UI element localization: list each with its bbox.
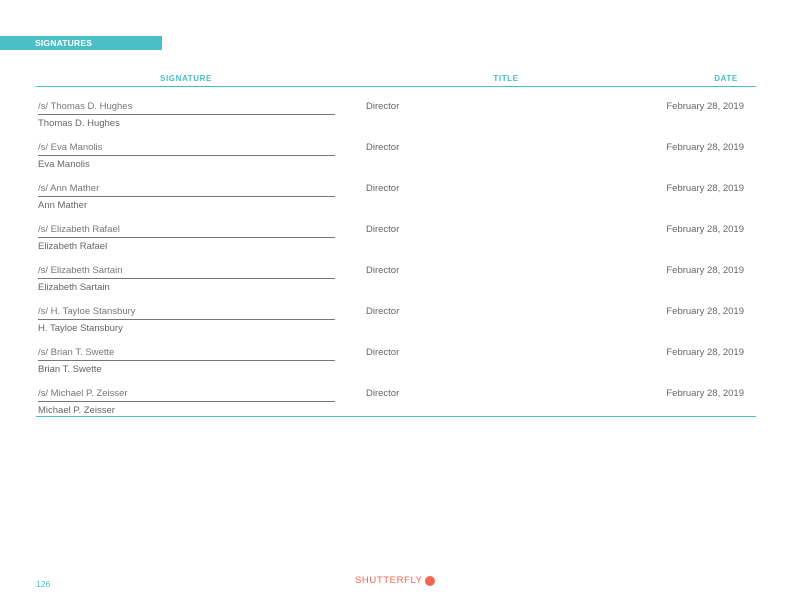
signature-line: /s/ Michael P. Zeisser (38, 388, 335, 402)
date-cell: February 28, 2019 (666, 142, 744, 153)
header-title: TITLE (493, 74, 519, 83)
date-cell: February 28, 2019 (666, 183, 744, 194)
date-cell: February 28, 2019 (666, 347, 744, 358)
signature-line: /s/ Thomas D. Hughes (38, 101, 335, 115)
title-cell: Director (366, 347, 400, 358)
printed-name: Brian T. Swette (38, 364, 102, 375)
printed-name: Eva Manolis (38, 159, 90, 170)
title-cell: Director (366, 388, 400, 399)
table-row: /s/ Thomas D. Hughes Thomas D. Hughes Di… (36, 101, 756, 142)
signature-line: /s/ H. Tayloe Stansbury (38, 306, 335, 320)
title-cell: Director (366, 306, 400, 317)
signatures-table: SIGNATURE TITLE DATE /s/ Thomas D. Hughe… (36, 73, 756, 429)
printed-name: H. Tayloe Stansbury (38, 323, 123, 334)
printed-name: Elizabeth Sartain (38, 282, 110, 293)
printed-name: Elizabeth Rafael (38, 241, 108, 252)
date-cell: February 28, 2019 (666, 224, 744, 235)
logo-wordmark: SHUTTERFLY (355, 575, 423, 586)
printed-name: Thomas D. Hughes (38, 118, 120, 129)
page-number: 126 (36, 579, 51, 589)
table-row: /s/ Brian T. Swette Brian T. Swette Dire… (36, 347, 756, 388)
signature-line: /s/ Elizabeth Rafael (38, 224, 335, 238)
title-cell: Director (366, 224, 400, 235)
header-date: DATE (714, 74, 738, 83)
table-row: /s/ Ann Mather Ann Mather Director Febru… (36, 183, 756, 224)
signature-line: /s/ Elizabeth Sartain (38, 265, 335, 279)
shutterfly-badge-icon (424, 575, 435, 586)
signature-line: /s/ Ann Mather (38, 183, 335, 197)
date-cell: February 28, 2019 (666, 388, 744, 399)
table-row: /s/ Elizabeth Sartain Elizabeth Sartain … (36, 265, 756, 306)
table-row: /s/ Elizabeth Rafael Elizabeth Rafael Di… (36, 224, 756, 265)
section-label: SIGNATURES (35, 38, 93, 48)
signature-rows: /s/ Thomas D. Hughes Thomas D. Hughes Di… (36, 87, 756, 429)
date-cell: February 28, 2019 (666, 306, 744, 317)
title-cell: Director (366, 142, 400, 153)
title-cell: Director (366, 183, 400, 194)
footer-logo: SHUTTERFLY (355, 575, 435, 586)
section-tab: SIGNATURES (0, 36, 162, 50)
table-row: /s/ Michael P. Zeisser Michael P. Zeisse… (36, 388, 756, 429)
date-cell: February 28, 2019 (666, 265, 744, 276)
table-header: SIGNATURE TITLE DATE (36, 73, 756, 87)
table-row: /s/ H. Tayloe Stansbury H. Tayloe Stansb… (36, 306, 756, 347)
table-row: /s/ Eva Manolis Eva Manolis Director Feb… (36, 142, 756, 183)
header-signature: SIGNATURE (160, 74, 212, 83)
title-cell: Director (366, 265, 400, 276)
date-cell: February 28, 2019 (666, 101, 744, 112)
printed-name: Ann Mather (38, 200, 88, 211)
signature-line: /s/ Brian T. Swette (38, 347, 335, 361)
signature-line: /s/ Eva Manolis (38, 142, 335, 156)
table-bottom-rule (36, 416, 756, 417)
title-cell: Director (366, 101, 400, 112)
